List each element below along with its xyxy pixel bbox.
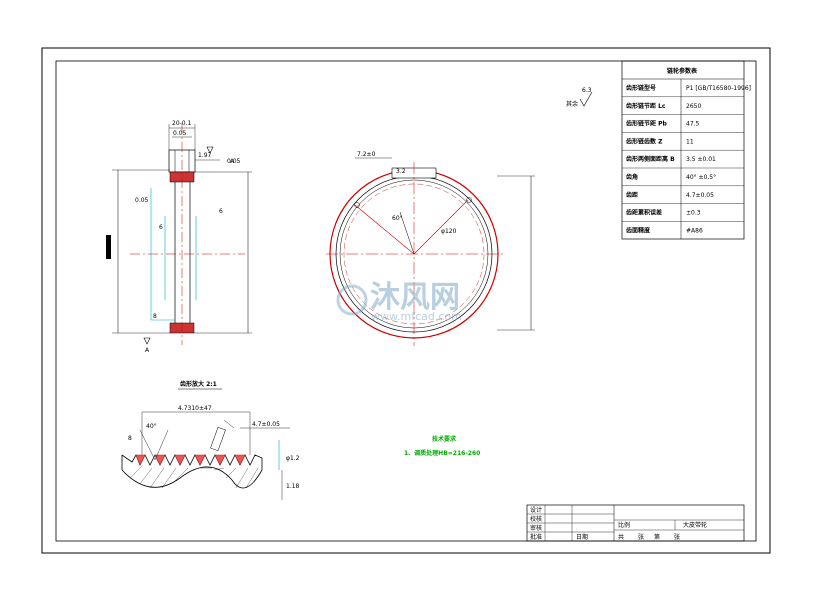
param-label: 齿形两侧面距离 B — [626, 155, 675, 163]
tooth-detail-view: 齿形放大 2:1 — [121, 380, 290, 500]
title-sheet-2: 张 — [638, 533, 644, 541]
roughness-symbol-icon — [579, 91, 593, 107]
param-value: P1 [GB/T16580-1996] — [686, 85, 751, 92]
dim-detail-4: 8 — [128, 435, 132, 442]
title-part-name: 大皮带轮 — [683, 521, 707, 529]
roughness-label: 其余 — [566, 100, 578, 108]
watermark: 沐风网 www.mfcad.com — [336, 280, 462, 323]
param-label: 齿形链节距 Lc — [626, 102, 666, 110]
param-value: 40° ±0.5° — [686, 174, 716, 181]
tech-req-item-1: 1、调质处理HB=216-260 — [404, 449, 480, 457]
title-sheet-1: 共 — [618, 533, 624, 541]
title-sign-label: 日期 — [576, 533, 588, 541]
detail-view-labels: 4.7310±47 4.7±0.05 40° φ1.2 8 1.18 — [128, 405, 300, 490]
title-sheet-3: 第 — [654, 533, 660, 541]
tech-req-title: 技术要求 — [432, 435, 457, 443]
surface-roughness-note: 其余 6.3 — [566, 87, 593, 108]
title-row-design: 设计 — [530, 506, 542, 514]
dim-front-0: 7.2±0 — [357, 151, 376, 158]
dim-side-2: 1.97 — [198, 152, 212, 159]
param-value: ±0.3 — [686, 210, 701, 217]
dim-detail-5: 1.18 — [286, 483, 300, 490]
roughness-value: 6.3 — [582, 87, 592, 94]
dim-detail-2: 40° — [146, 423, 157, 430]
param-label: 齿形链齿数 Z — [626, 137, 663, 145]
param-label: 齿距累积误差 — [626, 209, 662, 217]
param-label: 齿距 — [626, 191, 638, 199]
cad-drawing-sheet: 20-0.1 0.05 1.97 0.05 0.05 6 6 8 A A 7.2… — [41, 47, 771, 554]
param-value: #A86 — [686, 227, 703, 234]
watermark-url: www.mfcad.com — [371, 310, 462, 323]
title-row-review: 审核 — [530, 524, 542, 532]
title-block: 设计 校核 审核 批准 日期 比例 大皮带轮 共 张 第 张 — [526, 504, 745, 542]
title-row-approve: 批准 — [530, 533, 542, 541]
detail-view-title: 齿形放大 2:1 — [180, 380, 217, 388]
technical-requirements: 技术要求 1、调质处理HB=216-260 — [404, 435, 480, 457]
dim-side-6: 6 — [159, 224, 163, 231]
title-row-check: 校核 — [530, 515, 542, 523]
dim-detail-1: 4.7±0.05 — [252, 421, 280, 428]
params-table: 齿形链型号 P1 [GB/T16580-1996] 齿形链节距 Lc 2650 齿形链节… — [621, 60, 751, 240]
param-value: 11 — [686, 138, 694, 145]
dim-side-4: 0.05 — [135, 197, 149, 204]
param-value: 4.7±0.05 — [686, 192, 714, 199]
param-value: 2650 — [686, 103, 701, 110]
dim-front-3: φ120 — [441, 228, 457, 235]
param-label: 齿形链型号 — [626, 84, 656, 92]
param-value: 47.5 — [686, 121, 700, 128]
dim-detail-3: φ1.2 — [286, 455, 300, 462]
dim-side-7: 8 — [153, 313, 157, 320]
param-label: 齿角 — [626, 173, 638, 181]
param-label: 齿面精度 — [626, 226, 651, 234]
dim-detail-0: 4.7310±47 — [178, 405, 212, 412]
dim-front-1: 3.2 — [396, 168, 406, 175]
dim-front-2: 60° — [392, 215, 403, 222]
title-scale-label: 比例 — [618, 521, 630, 529]
param-label: 齿形链节距 Pb — [626, 120, 667, 128]
datum-a-bottom: A — [145, 347, 150, 354]
param-value: 3.5 ±0.01 — [686, 156, 716, 163]
params-table-title: 链轮参数表 — [667, 67, 698, 75]
dim-side-5: 6 — [219, 208, 223, 215]
dim-side-0: 20-0.1 — [172, 120, 192, 127]
dim-side-1: 0.05 — [173, 130, 187, 137]
title-sheet-4: 张 — [674, 533, 680, 541]
